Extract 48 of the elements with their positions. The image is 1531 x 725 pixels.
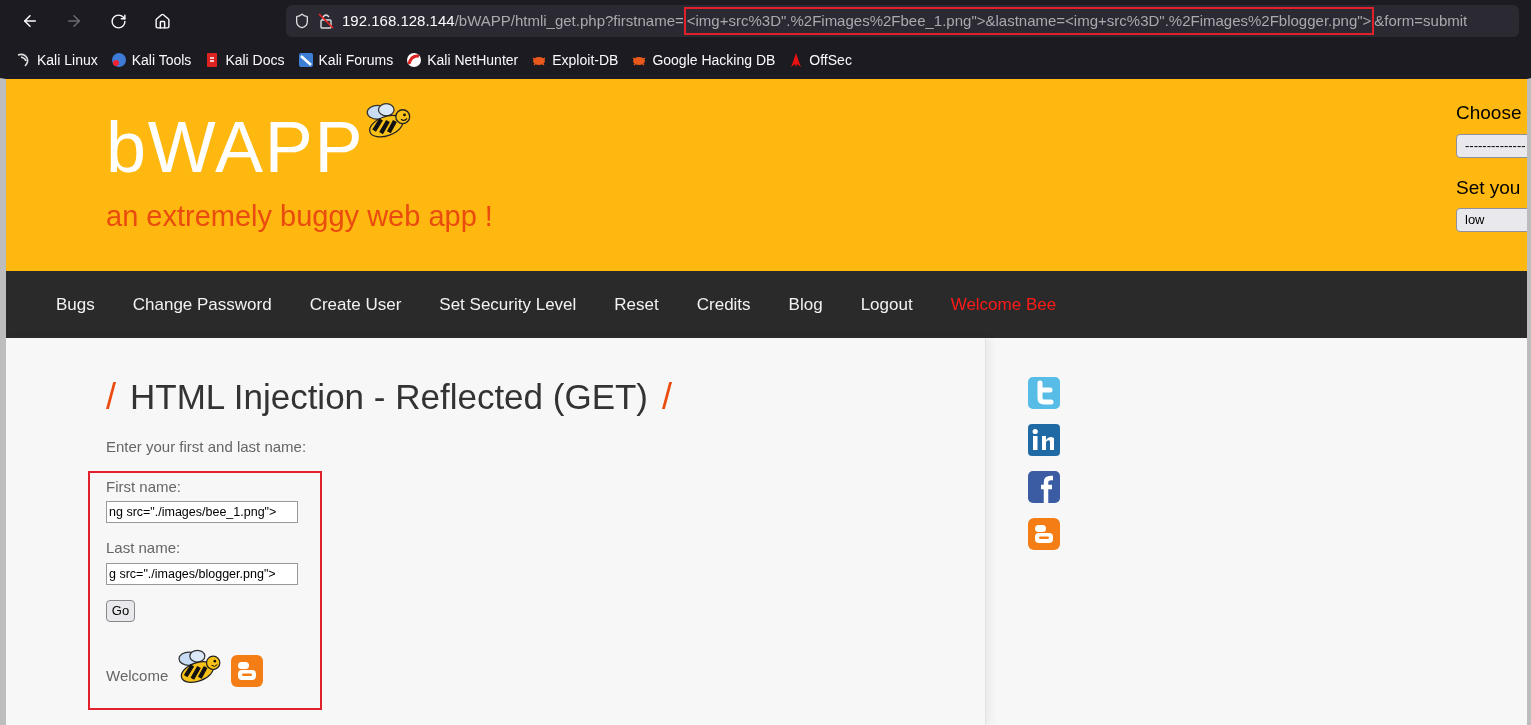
bookmark-link[interactable]: Kali NetHunter xyxy=(406,49,519,71)
globe-icon xyxy=(110,52,127,68)
bug-select[interactable]: -------------- xyxy=(1456,133,1527,158)
forum-icon xyxy=(297,52,314,68)
user-greeting: Welcome Bee xyxy=(950,293,1057,316)
welcome-message: Welcome xyxy=(106,666,169,686)
nav-link[interactable]: Set Security Level xyxy=(439,291,577,318)
url-path: /bWAPP/htmli_get.php?firstname= xyxy=(454,10,684,31)
url-suffix: &form=submit xyxy=(1374,10,1468,31)
blogger-icon[interactable] xyxy=(230,653,265,688)
nav-link[interactable]: Credits xyxy=(696,291,751,318)
go-button[interactable]: Go xyxy=(106,599,135,622)
nav-link[interactable]: Logout xyxy=(860,291,913,318)
first-name-label: First name: xyxy=(106,476,182,497)
bookmark-link[interactable]: Google Hacking DB xyxy=(631,49,776,71)
url-highlighted: <img+src%3D".%2Fimages%2Fbee_1.png">&lastname=<img+src%3D".%2Fimages%2Fblogger.png"> xyxy=(683,7,1375,35)
bookmark-link[interactable]: Kali Forums xyxy=(297,49,394,71)
nav-link[interactable]: Create User xyxy=(309,291,402,318)
title-slash: / xyxy=(106,375,116,419)
first-name-field[interactable]: ng src="./images/bee_1.png"> xyxy=(106,501,298,523)
intro-text: Enter your first and last name: xyxy=(106,437,308,457)
security-level-label: Set you xyxy=(1456,175,1522,200)
reload-icon xyxy=(109,12,127,30)
nav-link[interactable]: Blog xyxy=(788,291,823,318)
nav-link[interactable]: Reset xyxy=(614,291,659,318)
address-bar[interactable]: 192.168.128.144/bWAPP/htmli_get.php?firstname= <img+src%3D".%2Fimages%2Fbee_1.png">&lastname=<img+src%3D".%2Fimages%2Fblogger.png"> &form=submit xyxy=(286,5,1519,37)
nav-link[interactable]: Change Password xyxy=(132,291,272,318)
bookmark-link[interactable]: Kali Tools xyxy=(110,49,192,71)
security-level-select[interactable]: low xyxy=(1456,208,1527,232)
last-name-field[interactable]: g src="./images/blogger.png"> xyxy=(106,562,298,585)
last-name-label: Last name: xyxy=(106,538,182,558)
title-slash: / xyxy=(662,375,673,419)
bookmark-link[interactable]: OffSec xyxy=(788,49,852,71)
bookmark-link[interactable]: Kali Linux xyxy=(16,49,98,71)
bookmark-link[interactable]: Kali Docs xyxy=(204,49,285,71)
home-icon xyxy=(153,12,171,30)
bug-select-label: Choose xyxy=(1456,101,1523,125)
shield-icon xyxy=(294,13,310,29)
page-title: HTML Injection - Reflected (GET) xyxy=(130,375,649,418)
blogger-icon[interactable] xyxy=(1027,517,1061,551)
bookmark-link[interactable]: Exploit-DB xyxy=(531,49,619,71)
url-host: 192.168.128.144 xyxy=(342,10,455,31)
insecure-lock-icon xyxy=(318,13,334,29)
linkedin-icon[interactable] xyxy=(1027,423,1061,457)
forward-arrow-icon xyxy=(65,12,83,30)
nav-link[interactable]: Bugs xyxy=(56,291,95,318)
facebook-icon[interactable] xyxy=(1027,470,1061,504)
site-tagline: an extremely buggy web app ! xyxy=(106,199,494,234)
